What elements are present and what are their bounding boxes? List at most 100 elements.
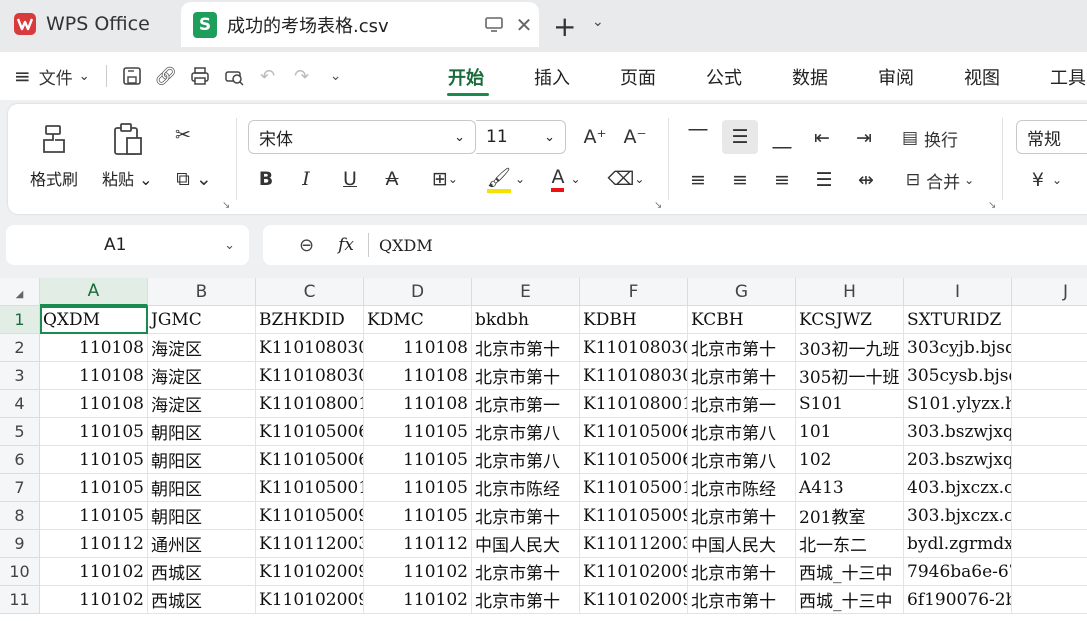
cell-c8[interactable]: K11010500901: [256, 502, 364, 530]
cell-b1[interactable]: JGMC: [148, 306, 256, 334]
cell-j3[interactable]: [1012, 362, 1087, 390]
font-size-select[interactable]: 11 ⌄: [476, 120, 566, 154]
number-format-select[interactable]: 常规: [1016, 120, 1087, 154]
underline-icon[interactable]: U: [336, 164, 364, 194]
cell-a1[interactable]: QXDM: [40, 306, 148, 334]
clipboard-dialog-icon[interactable]: ↘: [222, 200, 230, 211]
cell-j10[interactable]: [1012, 558, 1087, 586]
cell-h2[interactable]: 303初一九班: [796, 334, 904, 362]
cell-b3[interactable]: 海淀区: [148, 362, 256, 390]
align-top-icon[interactable]: ⎺: [682, 122, 714, 154]
column-header-c[interactable]: C: [256, 278, 364, 306]
cell-a9[interactable]: 110112: [40, 530, 148, 558]
currency-format-button[interactable]: ¥ ⌄: [1022, 164, 1072, 196]
row-header-11[interactable]: 11: [0, 586, 40, 614]
cell-e7[interactable]: 北京市陈经: [472, 474, 580, 502]
cell-a8[interactable]: 110105: [40, 502, 148, 530]
cell-j11[interactable]: [1012, 586, 1087, 614]
cell-i6[interactable]: 203.bszwjxq.cyq.b: [904, 446, 1012, 474]
decrease-indent-icon[interactable]: ⇤: [806, 122, 838, 154]
cell-e6[interactable]: 北京市第八: [472, 446, 580, 474]
cell-h7[interactable]: A413: [796, 474, 904, 502]
cut-icon[interactable]: ✂: [168, 120, 198, 150]
wps-home-tab[interactable]: WPS Office: [0, 2, 172, 46]
decrease-font-icon[interactable]: A⁻: [620, 122, 650, 152]
cell-j8[interactable]: [1012, 502, 1087, 530]
file-menu-chevron-icon[interactable]: ⌄: [79, 69, 90, 84]
cell-i5[interactable]: 303.bszwjxq.cyq.b: [904, 418, 1012, 446]
cell-b11[interactable]: 西城区: [148, 586, 256, 614]
cell-h4[interactable]: S101: [796, 390, 904, 418]
cell-i7[interactable]: 403.bjxczx.cyq.b: [904, 474, 1012, 502]
cell-e1[interactable]: bkdbh: [472, 306, 580, 334]
cell-e2[interactable]: 北京市第十: [472, 334, 580, 362]
font-dialog-icon[interactable]: ↘: [654, 200, 662, 211]
cell-j7[interactable]: [1012, 474, 1087, 502]
cell-b4[interactable]: 海淀区: [148, 390, 256, 418]
cell-d4[interactable]: 110108: [364, 390, 472, 418]
row-header-4[interactable]: 4: [0, 390, 40, 418]
cell-d9[interactable]: 110112: [364, 530, 472, 558]
clear-format-icon[interactable]: ⌫ ⌄: [602, 164, 650, 194]
distributed-icon[interactable]: ⇹: [850, 164, 882, 196]
column-header-h[interactable]: H: [796, 278, 904, 306]
row-header-1[interactable]: 1: [0, 306, 40, 334]
borders-icon[interactable]: ⊞ ⌄: [422, 164, 468, 194]
cell-d1[interactable]: KDMC: [364, 306, 472, 334]
cell-c6[interactable]: K11010500601: [256, 446, 364, 474]
cell-j4[interactable]: [1012, 390, 1087, 418]
document-tab[interactable]: S 成功的考场表格.csv ✕: [181, 2, 539, 47]
cell-b5[interactable]: 朝阳区: [148, 418, 256, 446]
cell-a3[interactable]: 110108: [40, 362, 148, 390]
wrap-text-button[interactable]: ▤ 换行: [892, 122, 968, 154]
cell-e4[interactable]: 北京市第一: [472, 390, 580, 418]
cell-i1[interactable]: SXTURIDZ: [904, 306, 1012, 334]
row-header-6[interactable]: 6: [0, 446, 40, 474]
cell-h3[interactable]: 305初一十班: [796, 362, 904, 390]
cell-a11[interactable]: 110102: [40, 586, 148, 614]
cell-g4[interactable]: 北京市第一: [688, 390, 796, 418]
align-middle-icon[interactable]: ☰: [722, 120, 758, 154]
chevron-down-icon[interactable]: ⌄: [592, 14, 604, 30]
cell-g11[interactable]: 北京市第十: [688, 586, 796, 614]
font-color-icon[interactable]: A ⌄: [542, 164, 590, 194]
cell-j9[interactable]: [1012, 530, 1087, 558]
cell-h8[interactable]: 201教室: [796, 502, 904, 530]
cell-b2[interactable]: 海淀区: [148, 334, 256, 362]
share-link-icon[interactable]: 🔗︎: [149, 60, 183, 92]
cell-e5[interactable]: 北京市第八: [472, 418, 580, 446]
row-header-3[interactable]: 3: [0, 362, 40, 390]
italic-icon[interactable]: I: [292, 164, 320, 194]
cell-c5[interactable]: K11010500601: [256, 418, 364, 446]
cell-e11[interactable]: 北京市第十: [472, 586, 580, 614]
window-mode-icon[interactable]: [479, 10, 509, 40]
cell-g5[interactable]: 北京市第八: [688, 418, 796, 446]
tab-review[interactable]: 审阅: [878, 64, 914, 90]
cell-j5[interactable]: [1012, 418, 1087, 446]
cell-f11[interactable]: K11010200901: [580, 586, 688, 614]
more-chevron-icon[interactable]: ⌄: [319, 60, 353, 92]
new-tab-plus-icon[interactable]: +: [553, 10, 576, 43]
cell-b8[interactable]: 朝阳区: [148, 502, 256, 530]
cell-b10[interactable]: 西城区: [148, 558, 256, 586]
cell-g8[interactable]: 北京市第十: [688, 502, 796, 530]
tab-view[interactable]: 视图: [964, 64, 1000, 90]
cell-h6[interactable]: 102: [796, 446, 904, 474]
cell-g7[interactable]: 北京市陈经: [688, 474, 796, 502]
column-header-i[interactable]: I: [904, 278, 1012, 306]
redo-icon[interactable]: ↷: [285, 60, 319, 92]
cell-h5[interactable]: 101: [796, 418, 904, 446]
cell-c10[interactable]: K11010200901: [256, 558, 364, 586]
hamburger-menu-icon[interactable]: ≡: [14, 64, 31, 88]
cell-a2[interactable]: 110108: [40, 334, 148, 362]
column-header-b[interactable]: B: [148, 278, 256, 306]
cell-d3[interactable]: 110108: [364, 362, 472, 390]
cell-f2[interactable]: K11010803001: [580, 334, 688, 362]
row-header-2[interactable]: 2: [0, 334, 40, 362]
cell-d8[interactable]: 110105: [364, 502, 472, 530]
cell-f5[interactable]: K11010500601: [580, 418, 688, 446]
cell-i9[interactable]: bydl.zgrmdxfszxtz: [904, 530, 1012, 558]
cell-e9[interactable]: 中国人民大: [472, 530, 580, 558]
select-all-corner[interactable]: ◢: [0, 278, 40, 306]
close-tab-icon[interactable]: ✕: [509, 10, 539, 40]
